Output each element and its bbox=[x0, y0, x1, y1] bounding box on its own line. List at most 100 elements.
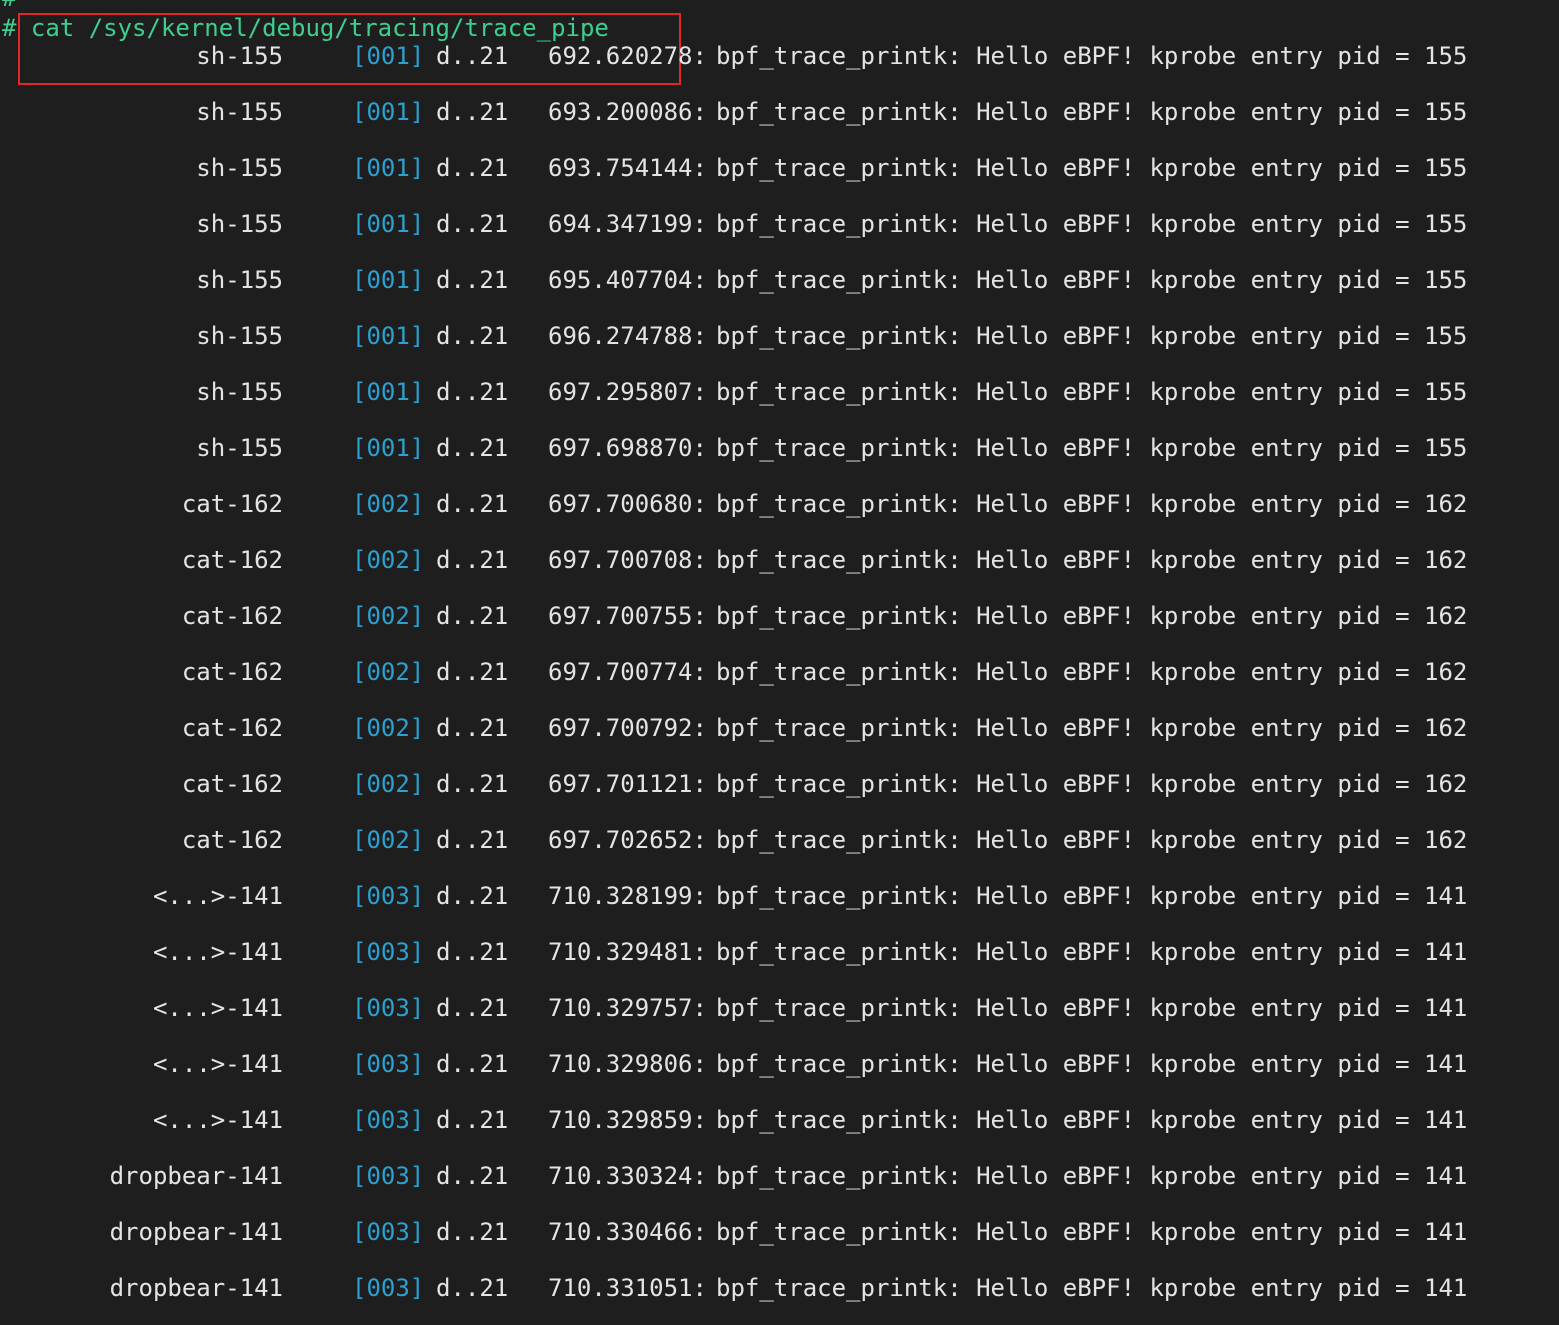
trace-flags: d..21 bbox=[436, 322, 509, 350]
trace-task: <...>-141 bbox=[152, 1106, 283, 1134]
trace-message: bpf_trace_printk: Hello eBPF! kprobe ent… bbox=[716, 826, 1468, 854]
trace-task: sh-155 bbox=[196, 98, 283, 126]
trace-timestamp: 692.620278: bbox=[548, 42, 707, 70]
trace-timestamp: 710.328199: bbox=[548, 882, 707, 910]
terminal-window[interactable]: # # cat /sys/kernel/debug/tracing/trace_… bbox=[0, 0, 1559, 1325]
trace-task: cat-162 bbox=[181, 826, 283, 854]
trace-timestamp: 710.329859: bbox=[548, 1106, 707, 1134]
trace-message: bpf_trace_printk: Hello eBPF! kprobe ent… bbox=[716, 322, 1468, 350]
trace-timestamp: 697.698870: bbox=[548, 434, 707, 462]
command-text: cat /sys/kernel/debug/tracing/trace_pipe bbox=[16, 14, 609, 42]
trace-flags: d..21 bbox=[436, 546, 509, 574]
trace-timestamp: 710.329806: bbox=[548, 1050, 707, 1078]
trace-flags: d..21 bbox=[436, 882, 509, 910]
trace-flags: d..21 bbox=[436, 826, 509, 854]
trace-task: sh-155 bbox=[196, 42, 283, 70]
trace-timestamp: 710.331051: bbox=[548, 1274, 707, 1302]
trace-cpu: [002] bbox=[352, 714, 425, 742]
trace-message: bpf_trace_printk: Hello eBPF! kprobe ent… bbox=[716, 546, 1468, 574]
trace-timestamp: 697.700774: bbox=[548, 658, 707, 686]
trace-task: cat-162 bbox=[181, 770, 283, 798]
trace-task: cat-162 bbox=[181, 658, 283, 686]
trace-timestamp: 697.700755: bbox=[548, 602, 707, 630]
trace-task: cat-162 bbox=[181, 602, 283, 630]
trace-flags: d..21 bbox=[436, 1218, 509, 1246]
trace-task: cat-162 bbox=[181, 714, 283, 742]
trace-flags: d..21 bbox=[436, 770, 509, 798]
trace-task: <...>-141 bbox=[152, 1050, 283, 1078]
trace-cpu: [003] bbox=[352, 1106, 425, 1134]
trace-cpu: [002] bbox=[352, 546, 425, 574]
trace-timestamp: 697.295807: bbox=[548, 378, 707, 406]
trace-flags: d..21 bbox=[436, 210, 509, 238]
trace-flags: d..21 bbox=[436, 658, 509, 686]
trace-message: bpf_trace_printk: Hello eBPF! kprobe ent… bbox=[716, 994, 1468, 1022]
trace-task: sh-155 bbox=[196, 434, 283, 462]
trace-cpu: [001] bbox=[352, 434, 425, 462]
trace-flags: d..21 bbox=[436, 434, 509, 462]
trace-task: sh-155 bbox=[196, 266, 283, 294]
trace-task: sh-155 bbox=[196, 322, 283, 350]
trace-task: sh-155 bbox=[196, 210, 283, 238]
command-line: # cat /sys/kernel/debug/tracing/trace_pi… bbox=[2, 13, 609, 43]
trace-flags: d..21 bbox=[436, 266, 509, 294]
trace-task: cat-162 bbox=[181, 546, 283, 574]
trace-timestamp: 693.754144: bbox=[548, 154, 707, 182]
trace-cpu: [001] bbox=[352, 378, 425, 406]
trace-cpu: [003] bbox=[352, 1162, 425, 1190]
trace-timestamp: 695.407704: bbox=[548, 266, 707, 294]
trace-message: bpf_trace_printk: Hello eBPF! kprobe ent… bbox=[716, 490, 1468, 518]
trace-timestamp: 710.329481: bbox=[548, 938, 707, 966]
trace-cpu: [001] bbox=[352, 154, 425, 182]
trace-message: bpf_trace_printk: Hello eBPF! kprobe ent… bbox=[716, 42, 1468, 70]
trace-task: sh-155 bbox=[196, 154, 283, 182]
trace-flags: d..21 bbox=[436, 1162, 509, 1190]
trace-flags: d..21 bbox=[436, 490, 509, 518]
trace-cpu: [001] bbox=[352, 210, 425, 238]
trace-message: bpf_trace_printk: Hello eBPF! kprobe ent… bbox=[716, 266, 1468, 294]
trace-cpu: [001] bbox=[352, 98, 425, 126]
trace-message: bpf_trace_printk: Hello eBPF! kprobe ent… bbox=[716, 210, 1468, 238]
trace-message: bpf_trace_printk: Hello eBPF! kprobe ent… bbox=[716, 770, 1468, 798]
trace-timestamp: 710.329757: bbox=[548, 994, 707, 1022]
trace-message: bpf_trace_printk: Hello eBPF! kprobe ent… bbox=[716, 154, 1468, 182]
trace-cpu: [001] bbox=[352, 42, 425, 70]
trace-cpu: [002] bbox=[352, 490, 425, 518]
trace-message: bpf_trace_printk: Hello eBPF! kprobe ent… bbox=[716, 658, 1468, 686]
trace-timestamp: 710.330466: bbox=[548, 1218, 707, 1246]
prompt-symbol: # bbox=[2, 14, 17, 42]
trace-flags: d..21 bbox=[436, 1050, 509, 1078]
trace-cpu: [003] bbox=[352, 1050, 425, 1078]
trace-cpu: [002] bbox=[352, 602, 425, 630]
trace-cpu: [002] bbox=[352, 826, 425, 854]
trace-flags: d..21 bbox=[436, 1274, 509, 1302]
trace-message: bpf_trace_printk: Hello eBPF! kprobe ent… bbox=[716, 1162, 1468, 1190]
trace-task: cat-162 bbox=[181, 490, 283, 518]
trace-flags: d..21 bbox=[436, 994, 509, 1022]
trace-message: bpf_trace_printk: Hello eBPF! kprobe ent… bbox=[716, 434, 1468, 462]
trace-timestamp: 697.700708: bbox=[548, 546, 707, 574]
trace-cpu: [001] bbox=[352, 322, 425, 350]
trace-message: bpf_trace_printk: Hello eBPF! kprobe ent… bbox=[716, 98, 1468, 126]
trace-flags: d..21 bbox=[436, 938, 509, 966]
trace-task: <...>-141 bbox=[152, 938, 283, 966]
trace-message: bpf_trace_printk: Hello eBPF! kprobe ent… bbox=[716, 1274, 1468, 1302]
trace-flags: d..21 bbox=[436, 714, 509, 742]
trace-timestamp: 693.200086: bbox=[548, 98, 707, 126]
trace-cpu: [002] bbox=[352, 770, 425, 798]
trace-task: <...>-141 bbox=[152, 882, 283, 910]
trace-timestamp: 697.700792: bbox=[548, 714, 707, 742]
trace-cpu: [001] bbox=[352, 266, 425, 294]
trace-message: bpf_trace_printk: Hello eBPF! kprobe ent… bbox=[716, 714, 1468, 742]
trace-message: bpf_trace_printk: Hello eBPF! kprobe ent… bbox=[716, 1106, 1468, 1134]
trace-task: <...>-141 bbox=[152, 994, 283, 1022]
trace-flags: d..21 bbox=[436, 1106, 509, 1134]
trace-message: bpf_trace_printk: Hello eBPF! kprobe ent… bbox=[716, 882, 1468, 910]
previous-prompt: # bbox=[2, 0, 16, 10]
trace-flags: d..21 bbox=[436, 154, 509, 182]
trace-cpu: [003] bbox=[352, 938, 425, 966]
trace-task: dropbear-141 bbox=[109, 1274, 283, 1302]
trace-flags: d..21 bbox=[436, 378, 509, 406]
trace-flags: d..21 bbox=[436, 98, 509, 126]
trace-message: bpf_trace_printk: Hello eBPF! kprobe ent… bbox=[716, 1218, 1468, 1246]
